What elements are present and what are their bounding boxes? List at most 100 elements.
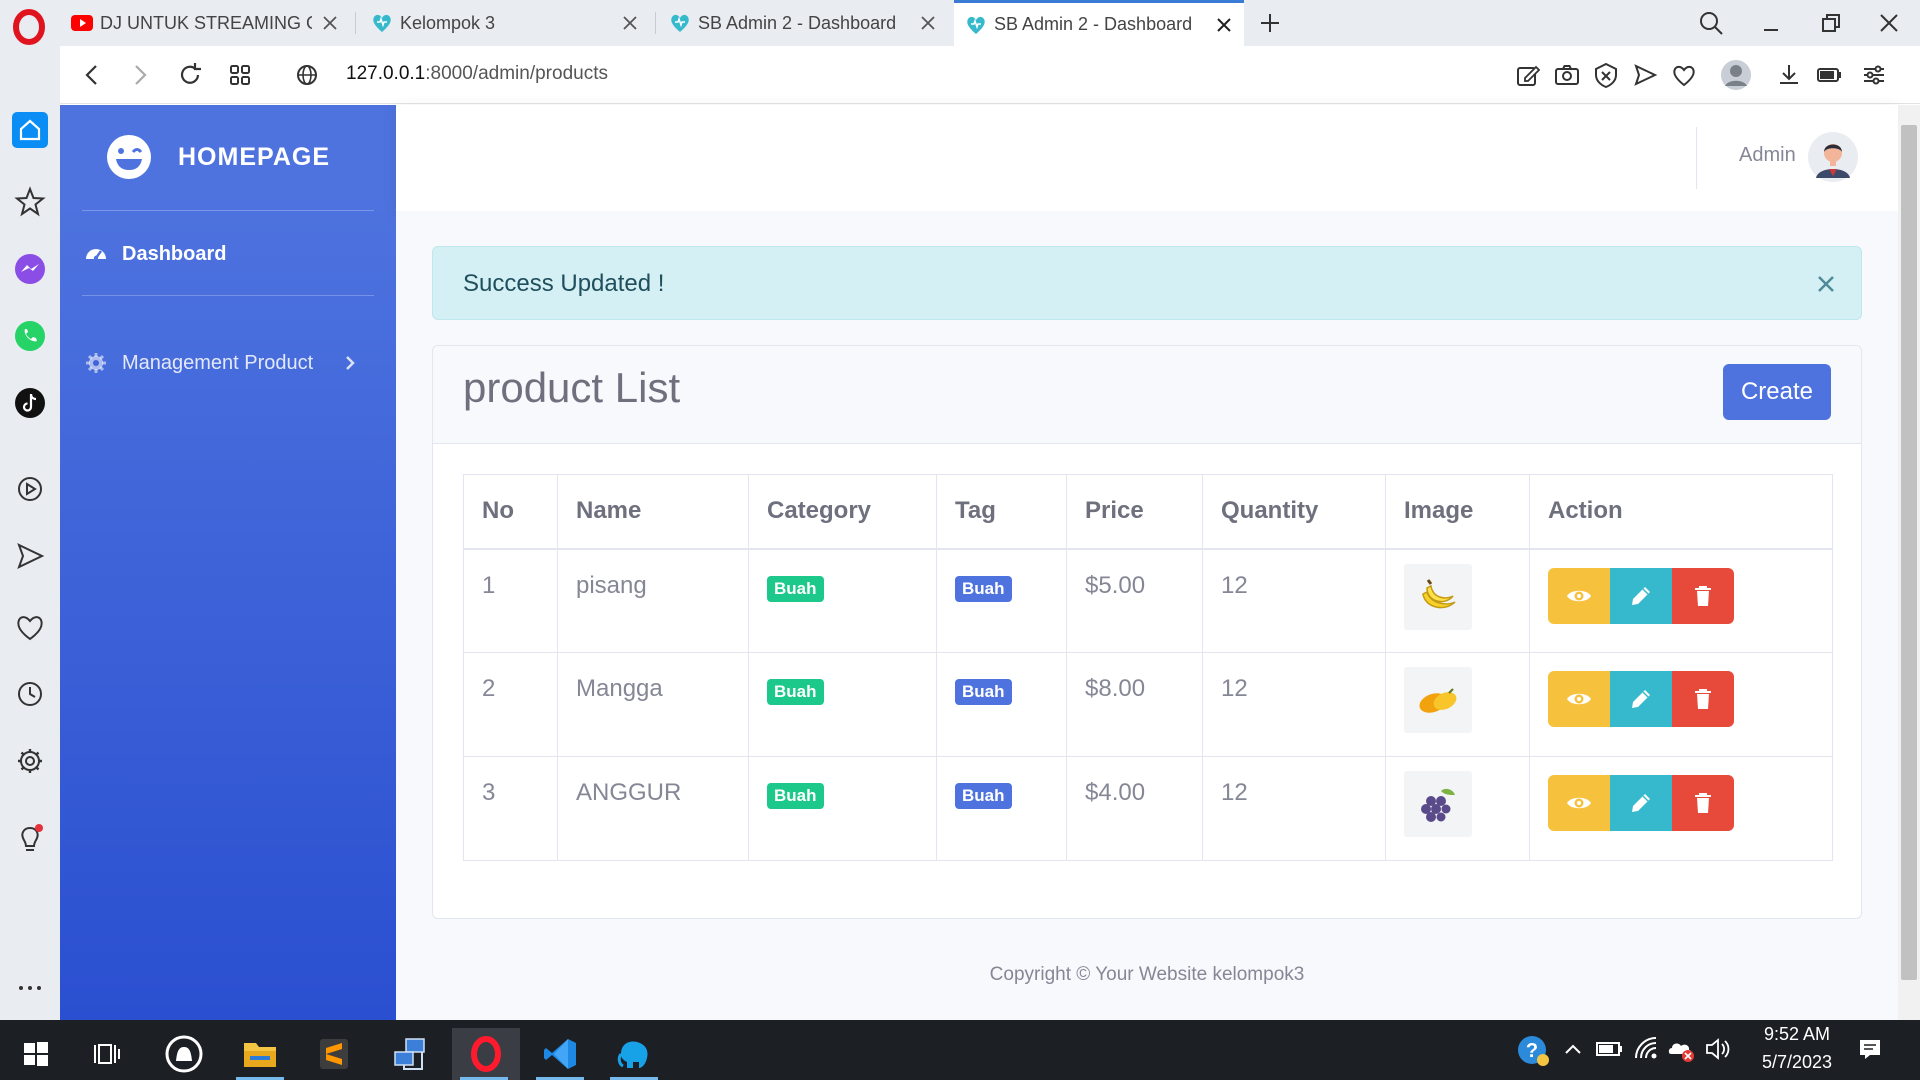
star-icon[interactable]	[12, 184, 48, 220]
cell-tag: Buah	[936, 756, 1067, 861]
tab-title: Kelompok 3	[400, 12, 496, 33]
lightbulb-icon[interactable]	[12, 822, 48, 858]
close-icon[interactable]	[918, 13, 938, 33]
view-button[interactable]	[1548, 775, 1610, 831]
cell-category: Buah	[748, 548, 937, 653]
heart-icon[interactable]	[12, 609, 48, 645]
topbar: Admin	[396, 105, 1898, 211]
column-header: No	[463, 474, 558, 550]
windows-logo-icon	[24, 1042, 48, 1066]
edit-button[interactable]	[1610, 567, 1672, 624]
download-icon[interactable]	[1775, 61, 1803, 89]
whatsapp-icon[interactable]	[12, 318, 48, 354]
forward-icon[interactable]	[125, 60, 155, 90]
delete-button[interactable]	[1672, 567, 1734, 624]
product-table: No Name Category Tag Price Quantity Imag…	[463, 474, 1833, 861]
avatar[interactable]	[1808, 132, 1858, 182]
tab-title: SB Admin 2 - Dashboard	[994, 14, 1193, 34]
taskbar-app-file-explorer[interactable]	[228, 1028, 292, 1080]
onedrive-error-icon[interactable]	[1666, 1034, 1696, 1064]
volume-icon[interactable]	[1703, 1034, 1733, 1064]
messenger-icon[interactable]	[12, 251, 48, 287]
wifi-icon[interactable]	[1632, 1034, 1662, 1064]
task-view-button[interactable]	[76, 1028, 140, 1080]
cell-no: 1	[463, 548, 558, 653]
tabs-grid-icon[interactable]	[225, 60, 255, 90]
start-button[interactable]	[4, 1028, 68, 1080]
more-dots-icon[interactable]	[12, 970, 48, 1006]
clock-time[interactable]: 9:52 AM	[1752, 1024, 1842, 1045]
battery-saver-icon[interactable]	[1815, 61, 1843, 89]
url-field[interactable]: 127.0.0.1:8000/admin/products	[346, 63, 608, 85]
reload-icon[interactable]	[175, 60, 205, 90]
opera-logo-icon[interactable]	[11, 9, 47, 45]
send-icon[interactable]	[12, 538, 48, 574]
close-icon[interactable]	[320, 13, 340, 33]
clock-date[interactable]: 5/7/2023	[1748, 1052, 1846, 1073]
sidebar-item-dashboard[interactable]: Dashboard	[84, 232, 374, 276]
tab-sb-admin-active[interactable]: SB Admin 2 - Dashboard	[954, 0, 1244, 46]
taskbar-app-github[interactable]	[152, 1028, 216, 1080]
url-path: :8000/admin/products	[425, 63, 608, 84]
cell-actions	[1529, 756, 1833, 861]
globe-icon[interactable]	[292, 60, 322, 90]
github-desktop-icon	[165, 1035, 203, 1073]
taskbar-app-network[interactable]	[378, 1028, 442, 1080]
tab-kelompok3[interactable]: Kelompok 3	[360, 0, 650, 46]
settings-gear-icon[interactable]	[12, 743, 48, 779]
close-window-icon[interactable]	[1874, 8, 1904, 38]
scrollbar-thumb[interactable]	[1901, 125, 1917, 980]
tab-sb-admin-1[interactable]: SB Admin 2 - Dashboard	[658, 0, 948, 46]
help-icon[interactable]: ?	[1516, 1033, 1550, 1067]
view-button[interactable]	[1548, 671, 1610, 727]
chevron-up-icon[interactable]	[1558, 1034, 1588, 1064]
tiktok-icon[interactable]	[12, 385, 48, 421]
opera-sidebar	[0, 46, 60, 1020]
minimize-icon[interactable]	[1756, 8, 1786, 38]
tab-youtube[interactable]: DJ UNTUK STREAMING GAME	[60, 0, 350, 46]
adblock-icon[interactable]	[1592, 61, 1620, 89]
notification-icon[interactable]	[1855, 1034, 1885, 1064]
tab-separator	[355, 12, 356, 34]
chevron-right-icon	[346, 356, 355, 370]
home-icon[interactable]	[12, 112, 48, 148]
close-icon[interactable]	[1813, 271, 1839, 297]
easy-setup-icon[interactable]	[1860, 61, 1888, 89]
player-icon[interactable]	[12, 471, 48, 507]
page-title: product List	[463, 364, 681, 411]
sidebar-brand[interactable]: HOMEPAGE	[104, 131, 330, 183]
close-icon[interactable]	[620, 13, 640, 33]
edit-button[interactable]	[1610, 671, 1672, 727]
view-button[interactable]	[1548, 567, 1610, 624]
mango-image	[1404, 667, 1472, 733]
snapshot-edit-icon[interactable]	[1514, 61, 1542, 89]
taskbar-app-sublime[interactable]	[302, 1028, 366, 1080]
new-tab-plus-icon[interactable]	[1255, 8, 1285, 38]
taskbar-app-mysql[interactable]	[602, 1028, 666, 1080]
camera-icon[interactable]	[1553, 61, 1581, 89]
create-button[interactable]: Create	[1723, 364, 1831, 420]
table-row: 2 Mangga Buah Buah $8.00 12	[463, 652, 1833, 757]
restore-icon[interactable]	[1815, 8, 1845, 38]
delete-button[interactable]	[1672, 775, 1734, 831]
taskbar-app-opera[interactable]	[452, 1028, 520, 1080]
sidebar-divider	[82, 210, 374, 211]
send-icon[interactable]	[1631, 61, 1659, 89]
sidebar-item-management-product[interactable]: Management Product	[84, 341, 374, 385]
close-icon[interactable]	[1214, 15, 1234, 35]
page-scrollbar[interactable]	[1898, 105, 1920, 1020]
delete-button[interactable]	[1672, 671, 1734, 727]
taskbar-app-vscode[interactable]	[528, 1028, 592, 1080]
back-icon[interactable]	[77, 60, 107, 90]
battery-icon[interactable]	[1594, 1034, 1624, 1064]
heart-icon[interactable]	[1670, 61, 1698, 89]
cell-no: 2	[463, 652, 558, 757]
laugh-wink-icon	[107, 135, 151, 179]
user-name[interactable]: Admin	[1739, 144, 1796, 167]
profile-icon[interactable]	[1720, 59, 1752, 91]
search-icon[interactable]	[1696, 8, 1726, 38]
history-clock-icon[interactable]	[12, 676, 48, 712]
column-header: Price	[1066, 474, 1203, 550]
category-badge: Buah	[767, 679, 824, 705]
edit-button[interactable]	[1610, 775, 1672, 831]
